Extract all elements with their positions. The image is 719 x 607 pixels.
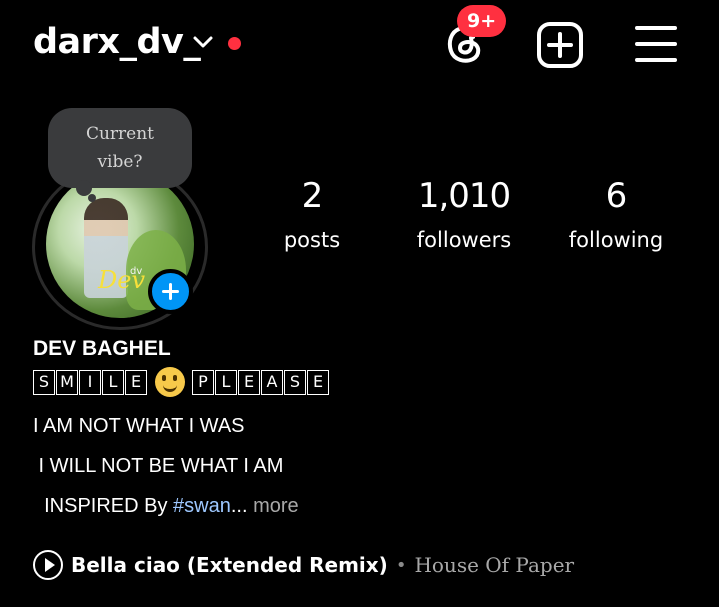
following-count: 6 bbox=[605, 176, 628, 216]
chevron-down-icon[interactable] bbox=[192, 34, 214, 50]
top-bar: darx_dv_ 9+ bbox=[0, 0, 719, 90]
tagline-letter: E bbox=[125, 369, 147, 395]
hamburger-menu-icon[interactable] bbox=[634, 23, 678, 65]
profile-music[interactable]: Bella ciao (Extended Remix) • House Of P… bbox=[33, 549, 574, 581]
tagline-letter: E bbox=[307, 369, 329, 395]
add-post-icon[interactable] bbox=[535, 20, 585, 70]
note-bubble-tail-small bbox=[88, 194, 96, 202]
tagline-letter: I bbox=[79, 369, 101, 395]
play-icon[interactable] bbox=[33, 550, 63, 580]
bio-line-3: INSPIRED By #swan... more bbox=[33, 495, 299, 518]
tagline-letter: S bbox=[284, 369, 306, 395]
note-bubble-line-2: vibe? bbox=[97, 152, 143, 172]
following-label: following bbox=[568, 228, 664, 252]
song-artist: House Of Paper bbox=[414, 553, 575, 577]
bio-ellipsis: ... bbox=[230, 495, 254, 517]
followers-label: followers bbox=[416, 228, 512, 252]
tagline-letter: L bbox=[215, 369, 237, 395]
posts-label: posts bbox=[283, 228, 341, 252]
bio-line-2: I WILL NOT BE WHAT I AM bbox=[33, 455, 284, 477]
status-dot bbox=[228, 37, 241, 50]
tagline-letter: A bbox=[261, 369, 283, 395]
stat-followers[interactable]: 1,010 followers bbox=[389, 178, 539, 254]
tagline-letter: P bbox=[192, 369, 214, 395]
song-title: Bella ciao (Extended Remix) bbox=[71, 553, 388, 577]
more-link[interactable]: more bbox=[253, 495, 299, 517]
bio-tagline: SMILEPLEASE bbox=[33, 367, 330, 397]
posts-count: 2 bbox=[301, 176, 324, 216]
avatar-watermark-small: dv bbox=[130, 266, 143, 277]
add-story-plus-icon[interactable] bbox=[148, 269, 193, 314]
tagline-letter: S bbox=[33, 369, 55, 395]
stat-posts[interactable]: 2 posts bbox=[237, 178, 387, 254]
followers-count: 1,010 bbox=[417, 176, 511, 216]
tagline-letter: L bbox=[102, 369, 124, 395]
tagline-letter: E bbox=[238, 369, 260, 395]
notification-badge[interactable]: 9+ bbox=[457, 5, 507, 37]
hashtag-link[interactable]: #swan bbox=[173, 495, 231, 517]
bio-line-3-text: INSPIRED By bbox=[33, 495, 174, 517]
bio-line-1: I AM NOT WHAT I WAS bbox=[33, 415, 245, 437]
smiling-face-emoji-icon bbox=[155, 367, 185, 397]
full-name: DEV BAGHEL bbox=[33, 337, 171, 360]
note-bubble[interactable]: Current vibe? bbox=[48, 108, 192, 188]
music-separator: • bbox=[395, 554, 407, 576]
note-bubble-line-1: Current bbox=[85, 124, 155, 144]
stat-following[interactable]: 6 following bbox=[541, 178, 691, 254]
tagline-letter: M bbox=[56, 369, 78, 395]
username-switcher[interactable]: darx_dv_ bbox=[33, 22, 201, 62]
